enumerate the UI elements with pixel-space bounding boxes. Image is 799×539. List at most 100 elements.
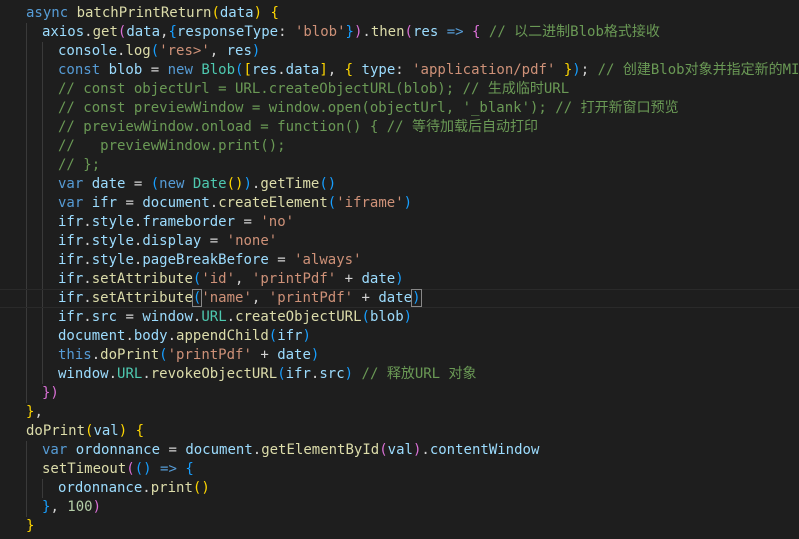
code-token: ordonnance	[75, 442, 161, 458]
code-text: this.doPrint('printPdf' + date)	[58, 346, 319, 365]
code-token: ]	[319, 62, 328, 78]
code-line[interactable]: }, 100)	[0, 498, 799, 517]
code-token: .	[209, 195, 219, 211]
code-token: data	[219, 5, 254, 21]
code-token: 'printPdf'	[167, 347, 252, 363]
code-token: // 以二进制Blob格式接收	[488, 24, 660, 40]
indent-guide	[26, 80, 27, 99]
code-line[interactable]: ifr.setAttribute('name', 'printPdf' + da…	[0, 289, 799, 308]
code-line[interactable]: // const objectUrl = URL.createObjectURL…	[0, 80, 799, 99]
code-token: {	[270, 5, 279, 21]
indent-guide	[26, 308, 27, 327]
code-token: .	[252, 442, 262, 458]
code-line[interactable]: // previewWindow.onload = function() { /…	[0, 118, 799, 137]
code-token: setAttribute	[91, 271, 193, 287]
code-token: batchPrintReturn	[76, 5, 212, 21]
code-token: responseType	[176, 24, 279, 40]
code-text: ifr.setAttribute('name', 'printPdf' + da…	[58, 289, 422, 307]
code-line[interactable]: },	[0, 403, 799, 422]
code-line[interactable]: var ifr = document.createElement('iframe…	[0, 194, 799, 213]
code-token: =	[142, 62, 168, 78]
code-token: val	[387, 442, 413, 458]
code-token: revokeObjectURL	[150, 366, 278, 382]
code-line[interactable]: const blob = new Blob([res.data], { type…	[0, 61, 799, 80]
code-token: ,	[251, 290, 269, 306]
indent-guide	[42, 137, 43, 156]
code-token: ordonnance	[58, 480, 143, 496]
code-text: // const objectUrl = URL.createObjectURL…	[58, 80, 569, 99]
code-token: ()	[319, 176, 337, 192]
code-token: )	[403, 309, 413, 325]
code-token: 'none'	[226, 233, 278, 249]
code-token: src	[91, 309, 118, 325]
code-line[interactable]: // };	[0, 156, 799, 175]
code-token: body	[133, 328, 168, 344]
code-token: )	[572, 62, 581, 78]
code-token: date	[378, 290, 413, 306]
code-line[interactable]: ifr.style.display = 'none'	[0, 232, 799, 251]
code-text: console.log('res>', res)	[58, 42, 260, 61]
code-token: )	[310, 347, 320, 363]
code-line[interactable]: doPrint(val) {	[0, 422, 799, 441]
code-token: )	[251, 43, 261, 59]
code-line[interactable]: ifr.style.frameborder = 'no'	[0, 213, 799, 232]
code-line[interactable]: }	[0, 517, 799, 536]
code-token: .	[83, 290, 92, 306]
indent-guide	[26, 441, 27, 460]
code-line[interactable]: ifr.src = window.URL.createObjectURL(blo…	[0, 308, 799, 327]
code-line[interactable]: var date = (new Date()).getTime()	[0, 175, 799, 194]
indent-guide	[26, 232, 27, 251]
code-line[interactable]: ifr.setAttribute('id', 'printPdf' + date…	[0, 270, 799, 289]
code-token: setAttribute	[91, 290, 193, 306]
code-text: ifr.style.pageBreakBefore = 'always'	[58, 251, 362, 270]
code-line[interactable]: })	[0, 384, 799, 403]
code-token: console	[58, 43, 118, 59]
code-line[interactable]: // const previewWindow = window.open(obj…	[0, 99, 799, 118]
code-token: (	[159, 347, 168, 363]
code-token: (	[211, 5, 220, 21]
code-text: var ifr = document.createElement('iframe…	[58, 194, 412, 213]
code-token: this	[58, 347, 92, 363]
code-token: .	[108, 366, 118, 382]
code-text: })	[42, 384, 59, 403]
code-line[interactable]: ordonnance.print()	[0, 479, 799, 498]
code-token: 'res>'	[159, 43, 210, 59]
code-token: ifr	[58, 309, 84, 325]
indent-guide	[26, 346, 27, 365]
code-text: window.URL.revokeObjectURL(ifr.src) // 释…	[58, 365, 477, 384]
code-line[interactable]: async batchPrintReturn(data) {	[0, 4, 799, 23]
code-line[interactable]: console.log('res>', res)	[0, 42, 799, 61]
code-token: ifr	[58, 233, 84, 249]
code-token: (	[150, 176, 160, 192]
indent-guide	[42, 327, 43, 346]
code-token: =	[268, 252, 295, 268]
code-token: date	[277, 347, 311, 363]
code-token: type	[361, 62, 396, 78]
code-line[interactable]: // previewWindow.print();	[0, 137, 799, 156]
code-token: ifr	[58, 290, 84, 306]
code-line[interactable]: var ordonnance = document.getElementById…	[0, 441, 799, 460]
code-token: val	[93, 423, 119, 439]
indent-guide	[42, 346, 43, 365]
code-token: 'always'	[294, 252, 362, 268]
code-line[interactable]: ifr.style.pageBreakBefore = 'always'	[0, 251, 799, 270]
code-token: .	[125, 328, 134, 344]
code-text: // previewWindow.onload = function() { /…	[58, 118, 538, 137]
code-token: style	[91, 252, 134, 268]
code-token: =	[201, 233, 227, 249]
code-token: }	[26, 518, 35, 534]
code-line[interactable]: document.body.appendChild(ifr)	[0, 327, 799, 346]
code-line[interactable]: setTimeout(() => {	[0, 460, 799, 479]
code-line[interactable]: window.URL.revokeObjectURL(ifr.src) // 释…	[0, 365, 799, 384]
code-token: document	[142, 195, 210, 211]
code-token: getElementById	[261, 442, 380, 458]
code-token: setTimeout	[42, 461, 127, 477]
code-line[interactable]: this.doPrint('printPdf' + date)	[0, 346, 799, 365]
code-line[interactable]: axios.get(data,{responseType: 'blob'}).t…	[0, 23, 799, 42]
indent-guide	[42, 42, 43, 61]
indent-guide	[26, 61, 27, 80]
code-editor[interactable]: async batchPrintReturn(data) {axios.get(…	[0, 0, 799, 539]
code-token: URL	[117, 366, 143, 382]
